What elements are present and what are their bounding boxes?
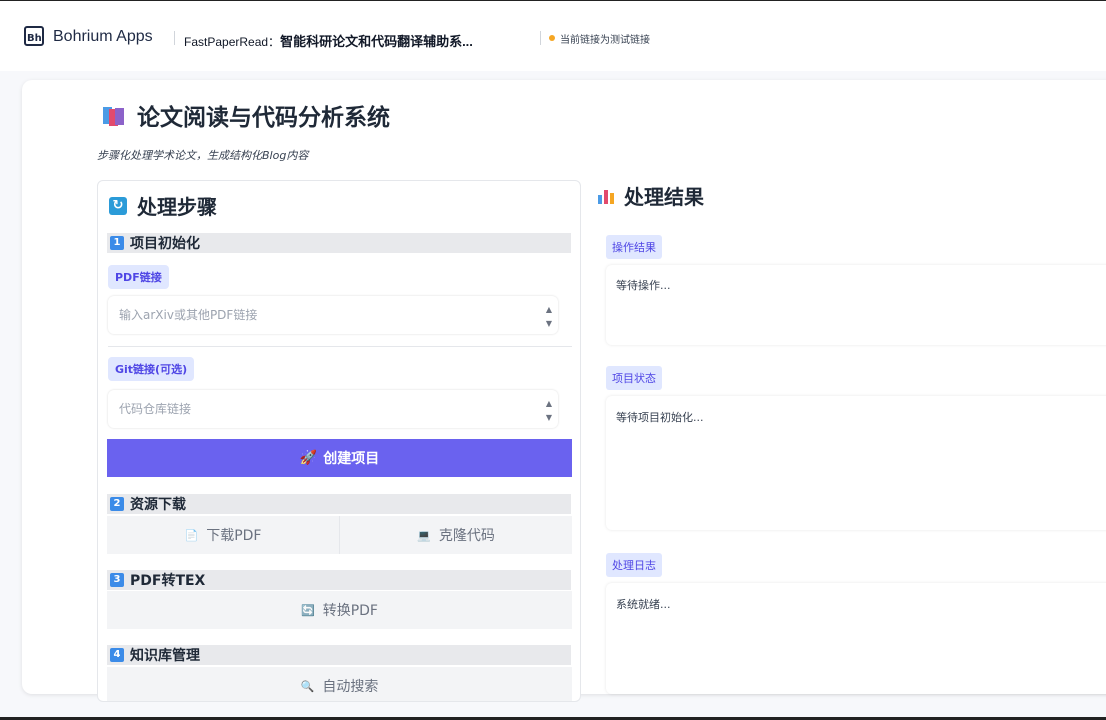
operation-result-label: 操作结果 xyxy=(606,235,662,259)
search-icon: 🔍 xyxy=(300,679,315,693)
page-subtitle: 步骤化处理学术论文，生成结构化Blog内容 xyxy=(97,149,309,162)
page-title-text: 论文阅读与代码分析系统 xyxy=(137,105,390,131)
git-link-spinner[interactable]: ▲ ▼ xyxy=(546,397,552,425)
bar-chart-icon xyxy=(598,188,616,204)
step3-buttons: 🔄 转换PDF xyxy=(107,591,572,629)
document-icon: 📄 xyxy=(184,528,199,542)
brand-name[interactable]: Bohrium Apps xyxy=(53,28,153,46)
clone-code-label: 克隆代码 xyxy=(438,528,495,544)
project-status-label: 项目状态 xyxy=(606,366,662,390)
create-project-label: 创建项目 xyxy=(323,451,380,467)
pdf-link-input[interactable]: 输入arXiv或其他PDF链接 ▲ ▼ xyxy=(108,296,558,334)
project-status-text: 等待项目初始化... xyxy=(616,411,704,424)
books-icon xyxy=(101,104,127,126)
app-header: Bh Bohrium Apps FastPaperRead：智能科研论文和代码翻… xyxy=(0,1,1106,71)
pdf-link-placeholder: 输入arXiv或其他PDF链接 xyxy=(119,308,258,322)
pdf-link-label: PDF链接 xyxy=(108,265,169,289)
step3-title: PDF转TEX xyxy=(130,573,206,589)
step4-title: 知识库管理 xyxy=(130,648,200,664)
processing-log-text: 系统就绪... xyxy=(616,598,671,611)
convert-icon: 🔄 xyxy=(301,603,315,617)
step2-number-icon: 2 xyxy=(110,497,124,511)
computer-icon: 💻 xyxy=(417,528,431,542)
app-title-main: 智能科研论文和代码翻译辅助系... xyxy=(280,34,473,49)
git-link-placeholder: 代码仓库链接 xyxy=(119,402,192,416)
divider xyxy=(108,346,572,347)
rocket-icon: 🚀 xyxy=(299,450,318,466)
step2-buttons: 📄 下载PDF 💻 克隆代码 xyxy=(107,516,572,554)
bohrium-logo-icon[interactable]: Bh xyxy=(24,26,44,46)
operation-result-text: 等待操作... xyxy=(616,279,671,292)
auto-search-label: 自动搜索 xyxy=(322,679,379,695)
app-title: FastPaperRead：智能科研论文和代码翻译辅助系... xyxy=(184,31,473,50)
step4-number-icon: 4 xyxy=(110,648,124,662)
processing-log-label: 处理日志 xyxy=(606,553,662,577)
steps-panel-title: ↻ 处理步骤 xyxy=(109,191,217,220)
refresh-icon: ↻ xyxy=(109,196,127,215)
download-pdf-button[interactable]: 📄 下载PDF xyxy=(107,516,339,554)
divider xyxy=(174,31,175,45)
operation-result-box[interactable] xyxy=(606,265,1106,345)
results-panel-title: 处理结果 xyxy=(598,181,704,210)
step1-number-icon: 1 xyxy=(110,236,124,250)
test-status-dot-icon xyxy=(549,35,555,41)
step2-header: 2 资源下载 xyxy=(107,494,571,514)
app-title-prefix: FastPaperRead： xyxy=(184,35,281,49)
step3-header: 3 PDF转TEX xyxy=(107,570,571,590)
divider xyxy=(540,31,541,45)
step1-header: 1 项目初始化 xyxy=(107,233,571,253)
step2-title: 资源下载 xyxy=(130,497,186,513)
results-panel-title-text: 处理结果 xyxy=(624,185,704,209)
create-project-button[interactable]: 🚀 创建项目 xyxy=(107,439,572,477)
step3-number-icon: 3 xyxy=(110,573,124,587)
steps-panel-title-text: 处理步骤 xyxy=(137,195,217,219)
steps-panel: ↻ 处理步骤 1 项目初始化 PDF链接 输入arXiv或其他PDF链接 ▲ ▼ … xyxy=(97,180,581,702)
test-link-notice: 当前链接为测试链接 xyxy=(560,35,650,46)
clone-code-button[interactable]: 💻 克隆代码 xyxy=(339,516,572,554)
git-link-input[interactable]: 代码仓库链接 ▲ ▼ xyxy=(108,390,558,428)
page-title: 论文阅读与代码分析系统 xyxy=(101,98,390,132)
git-link-label: Git链接(可选) xyxy=(108,357,195,381)
step4-buttons: 🔍 自动搜索 xyxy=(107,667,572,701)
pdf-link-spinner[interactable]: ▲ ▼ xyxy=(546,303,552,331)
step4-header: 4 知识库管理 xyxy=(107,645,571,665)
step1-title: 项目初始化 xyxy=(130,236,200,252)
convert-pdf-button[interactable]: 🔄 转换PDF xyxy=(107,591,572,629)
convert-pdf-label: 转换PDF xyxy=(322,603,378,619)
auto-search-button[interactable]: 🔍 自动搜索 xyxy=(107,667,572,701)
processing-log-box[interactable] xyxy=(606,583,1106,694)
download-pdf-label: 下载PDF xyxy=(206,528,262,544)
